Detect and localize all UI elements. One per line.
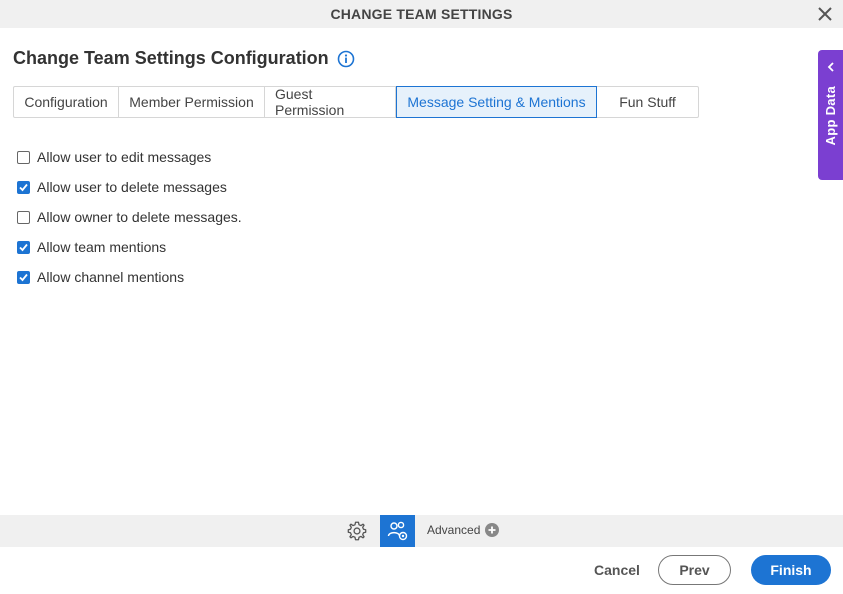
page-title: Change Team Settings Configuration	[13, 48, 329, 68]
checkbox[interactable]	[17, 210, 30, 224]
chevron-left-icon	[827, 62, 834, 72]
checkmark-icon	[19, 243, 28, 251]
tab-label: Member Permission	[129, 94, 254, 110]
option-label: Allow team mentions	[37, 239, 167, 255]
tab-fun-stuff[interactable]: Fun Stuff	[597, 87, 698, 117]
app-data-panel-toggle[interactable]: App Data	[818, 50, 843, 180]
app-data-label: App Data	[823, 86, 838, 146]
window-title: CHANGE TEAM SETTINGS	[330, 6, 513, 22]
checkbox[interactable]	[17, 180, 30, 194]
prev-label: Prev	[679, 562, 710, 578]
tab-label: Fun Stuff	[619, 94, 676, 110]
option-allow-team-mentions[interactable]: Allow team mentions	[17, 232, 242, 262]
close-button[interactable]	[815, 4, 835, 24]
settings-button[interactable]	[345, 519, 369, 543]
advanced-label: Advanced	[427, 523, 481, 537]
tab-guest-permission[interactable]: Guest Permission	[265, 86, 396, 118]
bottom-toolbar: Advanced	[0, 515, 843, 547]
checkmark-icon	[19, 273, 28, 281]
tab-label: Message Setting & Mentions	[407, 94, 586, 110]
info-icon[interactable]	[337, 50, 355, 68]
tab-message-setting-mentions[interactable]: Message Setting & Mentions	[396, 86, 597, 118]
tab-label: Guest Permission	[275, 86, 345, 118]
gear-icon	[347, 521, 367, 541]
tab-member-permission[interactable]: Member Permission	[119, 87, 265, 117]
checkbox[interactable]	[17, 270, 30, 284]
tab-bar: Configuration Member Permission Guest Pe…	[13, 86, 699, 118]
option-allow-owner-delete-messages[interactable]: Allow owner to delete messages.	[17, 202, 242, 232]
finish-label: Finish	[770, 562, 812, 578]
option-label: Allow channel mentions	[37, 269, 185, 285]
prev-button[interactable]: Prev	[658, 555, 731, 585]
option-label: Allow user to delete messages	[37, 179, 227, 195]
users-gear-icon	[387, 521, 407, 541]
checkmark-icon	[19, 183, 28, 191]
option-label: Allow owner to delete messages.	[37, 209, 242, 225]
checkbox[interactable]	[17, 240, 30, 254]
option-label: Allow user to edit messages	[37, 149, 212, 165]
team-settings-button[interactable]	[380, 515, 415, 547]
cancel-button[interactable]: Cancel	[594, 562, 640, 578]
option-allow-edit-messages[interactable]: Allow user to edit messages	[17, 142, 242, 172]
checkbox[interactable]	[17, 150, 30, 164]
tab-label: Configuration	[24, 94, 108, 110]
title-bar: CHANGE TEAM SETTINGS	[0, 0, 843, 28]
close-icon	[818, 7, 832, 21]
advanced-toggle[interactable]: Advanced	[427, 523, 500, 537]
finish-button[interactable]: Finish	[751, 555, 831, 585]
message-options: Allow user to edit messages Allow user t…	[17, 142, 242, 292]
page-heading: Change Team Settings Configuration	[13, 48, 355, 69]
option-allow-delete-messages[interactable]: Allow user to delete messages	[17, 172, 242, 202]
plus-circle-icon	[485, 523, 500, 537]
tab-configuration[interactable]: Configuration	[14, 87, 119, 117]
dialog-footer: Cancel Prev Finish	[0, 547, 843, 594]
option-allow-channel-mentions[interactable]: Allow channel mentions	[17, 262, 242, 292]
